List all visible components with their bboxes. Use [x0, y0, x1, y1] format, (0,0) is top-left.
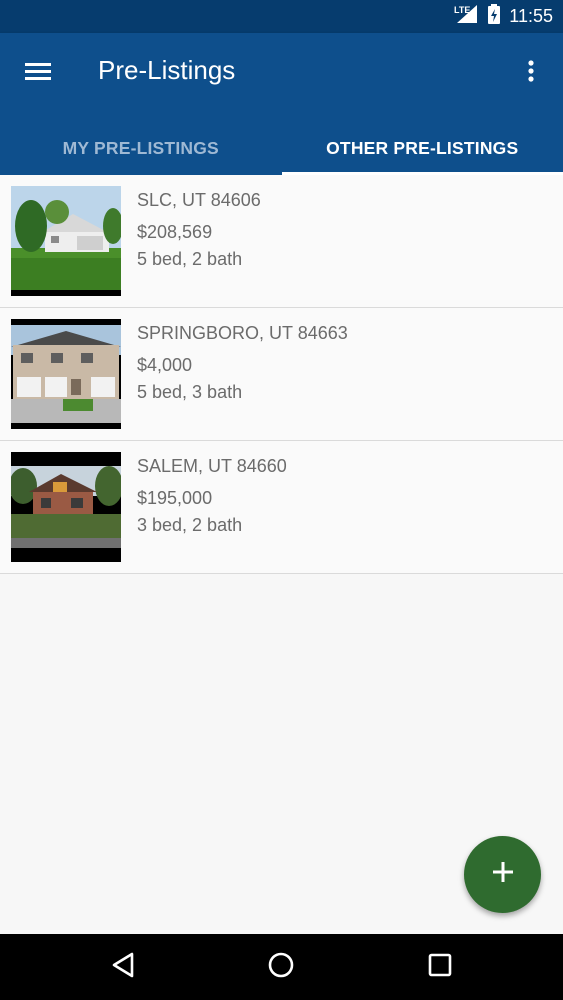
menu-button[interactable] [14, 51, 62, 95]
lte-signal-icon: LTE [453, 3, 479, 30]
system-navigation-bar [0, 934, 563, 1000]
listing-price: $195,000 [137, 488, 213, 508]
listing-details: 3 bed, 2 bath [137, 515, 243, 535]
battery-charging-icon [487, 3, 501, 30]
listing-details: 5 bed, 2 bath [137, 249, 243, 269]
listing-thumbnail [11, 452, 121, 562]
back-triangle-icon [111, 952, 135, 983]
home-circle-icon [267, 951, 295, 984]
listing-thumbnail [11, 319, 121, 429]
recents-button[interactable] [420, 947, 460, 987]
list-item[interactable]: SLC, UT 84606 $208,569 5 bed, 2 bath [0, 175, 563, 308]
add-icon [491, 860, 515, 889]
listing-details: 5 bed, 3 bath [137, 382, 243, 402]
status-icons: LTE 11:55 [453, 0, 553, 33]
tab-my-pre-listings[interactable]: MY PRE-LISTINGS [0, 121, 282, 175]
listing-address: SLC, UT 84606 [137, 190, 261, 210]
listing-price: $208,569 [137, 222, 213, 242]
more-vert-icon [527, 59, 535, 88]
more-options-button[interactable] [511, 51, 551, 95]
listing-price: $4,000 [137, 355, 193, 375]
list-item[interactable]: SALEM, UT 84660 $195,000 3 bed, 2 bath [0, 441, 563, 574]
listing-address: SPRINGBORO, UT 84663 [137, 323, 348, 343]
listing-address: SALEM, UT 84660 [137, 456, 287, 476]
list-item[interactable]: SPRINGBORO, UT 84663 $4,000 5 bed, 3 bat… [0, 308, 563, 441]
listing-list: SLC, UT 84606 $208,569 5 bed, 2 bath SPR… [0, 175, 563, 574]
home-button[interactable] [261, 947, 301, 987]
tab-bar: MY PRE-LISTINGS OTHER PRE-LISTINGS [0, 121, 563, 175]
status-bar: LTE 11:55 [0, 0, 563, 33]
recents-square-icon [428, 953, 452, 982]
app-bar: Pre-Listings MY PRE-LISTINGS OTHER PRE-L… [0, 33, 563, 175]
back-button[interactable] [103, 947, 143, 987]
status-time: 11:55 [509, 6, 553, 26]
hamburger-menu-icon [25, 61, 51, 86]
add-listing-button[interactable] [464, 836, 541, 913]
listing-thumbnail [11, 186, 121, 296]
page-title: Pre-Listings [98, 55, 236, 85]
svg-text:LTE: LTE [454, 5, 470, 15]
tab-other-pre-listings[interactable]: OTHER PRE-LISTINGS [281, 121, 563, 175]
